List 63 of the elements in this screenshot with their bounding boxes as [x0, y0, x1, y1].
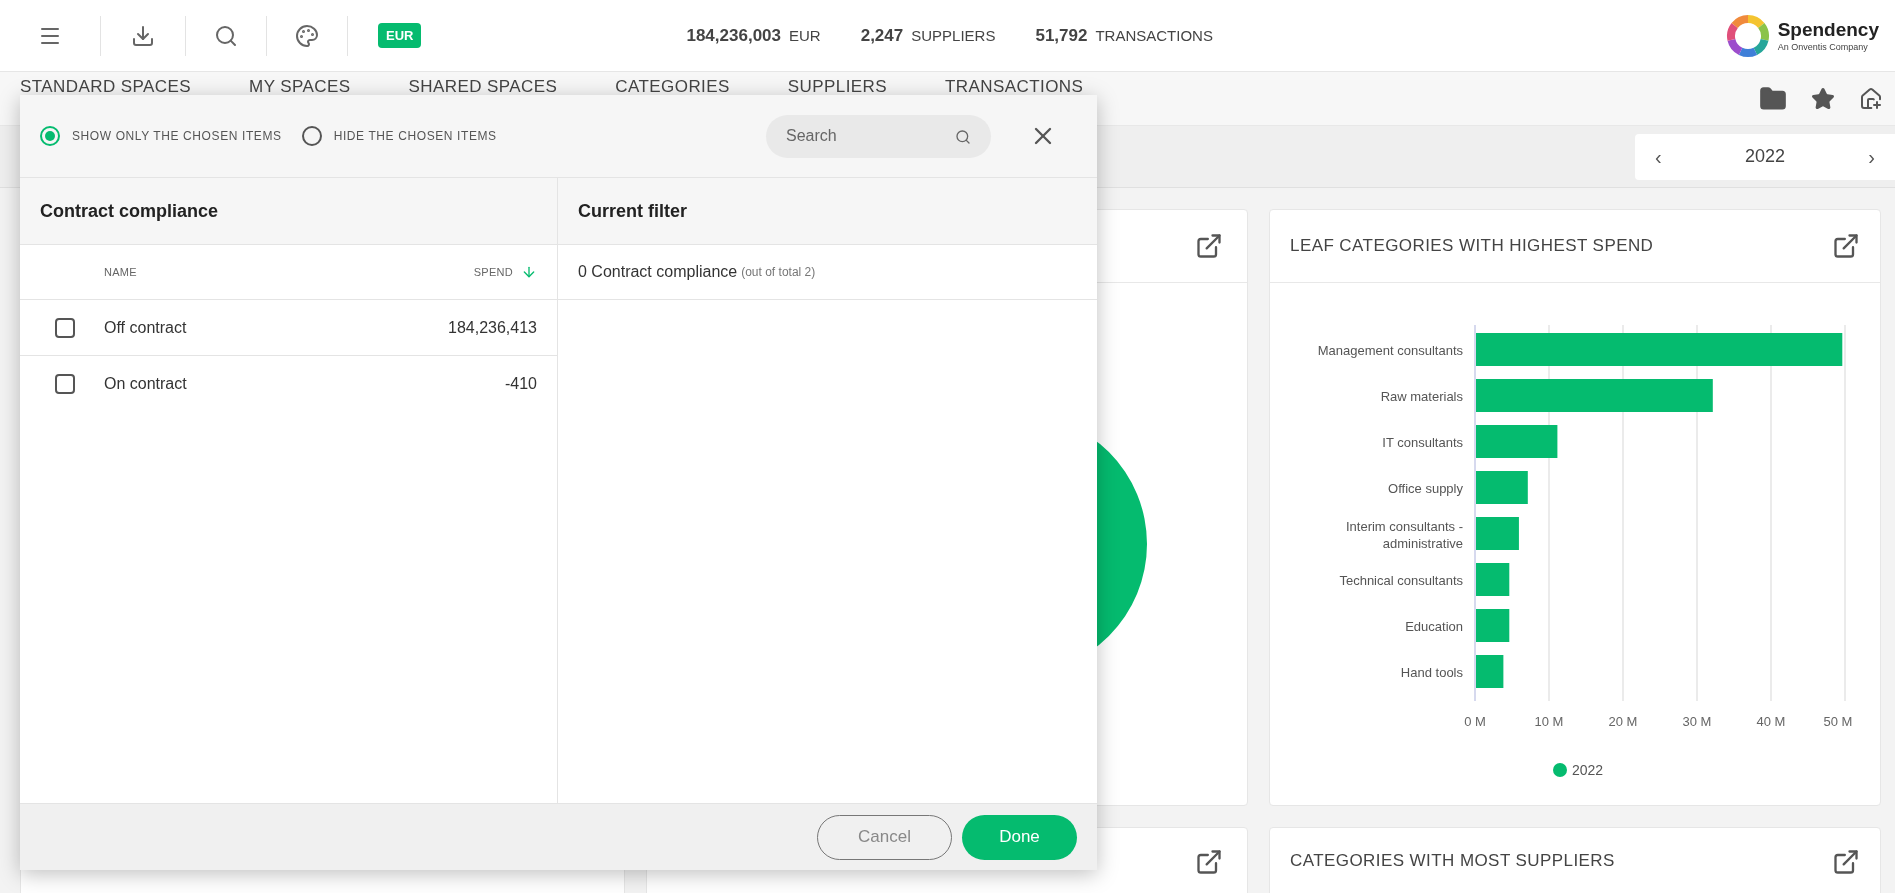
axis-tick-label: 0 M	[1464, 714, 1486, 729]
category-label: Education	[1405, 618, 1463, 634]
category-label: Management consultants	[1317, 342, 1463, 358]
category-label: Technical consultants	[1339, 572, 1463, 588]
radio-label[interactable]: SHOW ONLY THE CHOSEN ITEMS	[72, 127, 282, 145]
list-title: Contract compliance	[40, 199, 219, 223]
logo-name: Spendency	[1777, 18, 1879, 42]
legend-label: 2022	[1572, 762, 1604, 778]
axis-tick-label: 20 M	[1608, 714, 1638, 729]
stat-unit: SUPPLIERS	[911, 25, 996, 46]
next-year-arrow[interactable]: ›	[1868, 141, 1875, 172]
axis-tick-label: 50 M	[1823, 714, 1853, 729]
card-title: CATEGORIES WITH MOST SUPPLIERS	[1290, 850, 1615, 872]
category-label: IT consultants	[1382, 434, 1463, 450]
checkbox[interactable]	[55, 374, 75, 394]
filter-title: Current filter	[578, 199, 687, 223]
bar	[1476, 609, 1510, 642]
search-field[interactable]: Search	[766, 114, 991, 158]
checkbox[interactable]	[55, 317, 75, 338]
star-icon[interactable]	[1811, 86, 1835, 111]
expand-icon[interactable]	[1195, 232, 1223, 260]
expand-icon[interactable]	[1832, 232, 1860, 260]
category-label: Raw materials	[1380, 388, 1463, 404]
category-label: Hand tools	[1400, 664, 1463, 680]
category-label: Office supply	[1388, 480, 1463, 496]
filter-summary: 0 Contract compliance	[578, 262, 738, 282]
row-name: On contract	[104, 374, 187, 394]
column-header[interactable]: NAME	[104, 263, 137, 281]
stat-unit: TRANSACTIONS	[1095, 25, 1213, 46]
card-title: LEAF CATEGORIES WITH HIGHEST SPEND	[1290, 235, 1654, 258]
expand-icon[interactable]	[1195, 848, 1223, 876]
stat-unit: EUR	[789, 25, 821, 46]
palette-icon[interactable]	[295, 23, 319, 48]
search-icon	[955, 128, 971, 145]
previous-year-arrow[interactable]: ‹	[1655, 141, 1662, 172]
axis-tick-label: 40 M	[1756, 714, 1786, 729]
row-name: Off contract	[104, 317, 187, 338]
radio-label[interactable]: HIDE THE CHOSEN ITEMS	[333, 127, 497, 145]
download-icon[interactable]	[131, 23, 155, 48]
bar	[1476, 471, 1528, 504]
folder-icon[interactable]	[1759, 84, 1787, 113]
row-spend: -410	[504, 374, 537, 394]
row-spend: 184,236,413	[448, 317, 537, 338]
stat-value: 2,247	[860, 24, 904, 47]
axis-tick-label: 10 M	[1534, 714, 1564, 729]
axis-tick-label: 30 M	[1682, 714, 1712, 729]
logo-ring-icon	[1725, 13, 1770, 58]
radio-button[interactable]	[301, 126, 322, 146]
year-selector[interactable]: ‹ 2022 ›	[1635, 133, 1895, 180]
stat-value: 51,792	[1035, 24, 1088, 47]
search-icon[interactable]	[214, 23, 238, 48]
expand-icon[interactable]	[1832, 848, 1860, 876]
logo-tagline: An Onventis Company	[1777, 41, 1869, 53]
column-header[interactable]: SPEND	[473, 263, 513, 281]
bar	[1476, 655, 1504, 688]
home-add-icon[interactable]	[1859, 86, 1883, 111]
bar	[1476, 563, 1510, 596]
year-value: 2022	[1744, 145, 1785, 168]
stat-value: 184,236,003	[686, 24, 781, 47]
category-label: Interim consultants - administrative	[1345, 518, 1463, 551]
bar	[1476, 517, 1519, 550]
radio-button[interactable]	[40, 126, 60, 146]
filter-note: (out of total 2)	[741, 264, 816, 281]
